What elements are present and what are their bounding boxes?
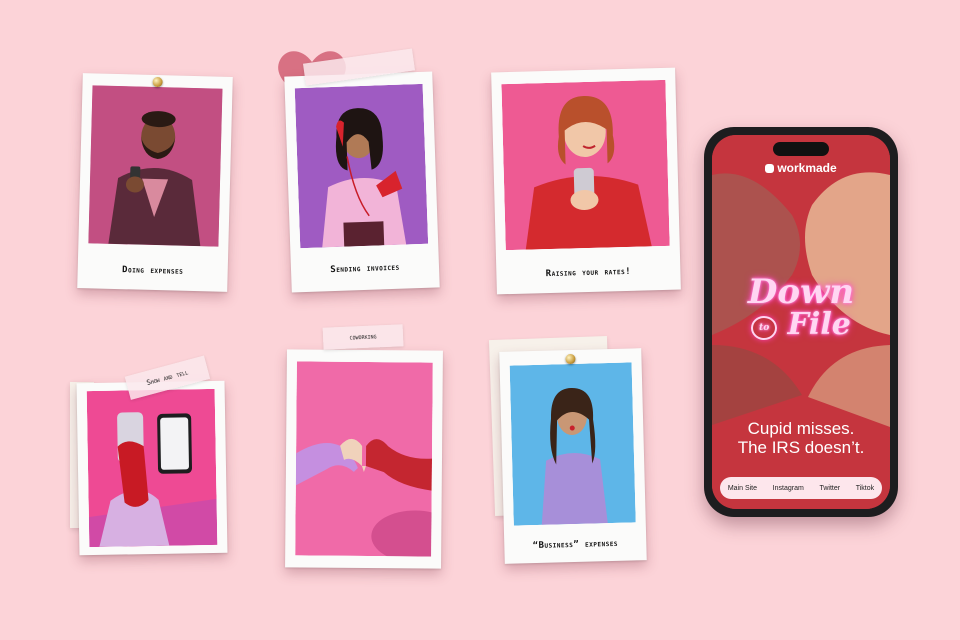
tape-coworking: coworking xyxy=(322,324,404,350)
polaroid-doing-expenses[interactable]: Doing expenses xyxy=(77,73,233,292)
tape-label-coworking: coworking xyxy=(349,332,377,342)
photo-woman-red-sweater xyxy=(501,79,670,251)
polaroid-business-expenses[interactable]: “Business” expenses xyxy=(499,348,647,564)
heart-badge: to xyxy=(751,316,778,340)
link-tiktok[interactable]: Tiktok xyxy=(856,485,874,492)
photo-heart-hands xyxy=(295,361,433,557)
photo-phone-red-glove xyxy=(86,388,218,548)
phone-screen: workmade Down to File Cupid misses. The … xyxy=(712,135,890,509)
caption-doing-expenses: Doing expenses xyxy=(121,265,184,277)
photo-woman-lavender-dress xyxy=(509,362,636,526)
link-twitter[interactable]: Twitter xyxy=(819,485,840,492)
photo-woman-red-phone xyxy=(294,83,429,249)
polaroid-raising-rates[interactable]: Raising your rates! xyxy=(491,67,681,295)
phone-mockup: workmade Down to File Cupid misses. The … xyxy=(704,127,898,517)
link-instagram[interactable]: Instagram xyxy=(773,485,804,492)
pushpin-icon xyxy=(152,76,163,88)
headline-line2: File xyxy=(787,307,851,342)
pushpin-icon xyxy=(565,353,576,365)
tagline-line1: Cupid misses. xyxy=(747,419,855,438)
link-main-site[interactable]: Main Site xyxy=(728,485,757,492)
phone-notch xyxy=(773,142,829,156)
social-links-bar: Main Site Instagram Twitter Tiktok xyxy=(720,477,882,499)
brand-name: workmade xyxy=(777,161,837,175)
workmade-logo-icon xyxy=(765,164,775,173)
polaroid-coworking[interactable]: coworking xyxy=(285,324,443,569)
brand-header: workmade xyxy=(712,161,890,175)
polaroid-show-and-tell[interactable]: Show and tell xyxy=(76,355,228,556)
tagline: Cupid misses. The IRS doesn’t. xyxy=(712,419,890,457)
polaroid-sending-invoices[interactable]: Sending invoices xyxy=(284,48,440,293)
caption-raising-rates: Raising your rates! xyxy=(545,266,632,280)
tagline-line2: The IRS doesn’t. xyxy=(737,438,865,457)
headline-to: to xyxy=(759,323,770,333)
caption-business-expenses: “Business” expenses xyxy=(532,538,619,552)
neon-headline: Down to File xyxy=(712,275,890,341)
headline-line1: Down xyxy=(747,272,855,312)
photo-man-on-phone xyxy=(88,85,223,247)
caption-sending-invoices: Sending invoices xyxy=(330,262,400,276)
